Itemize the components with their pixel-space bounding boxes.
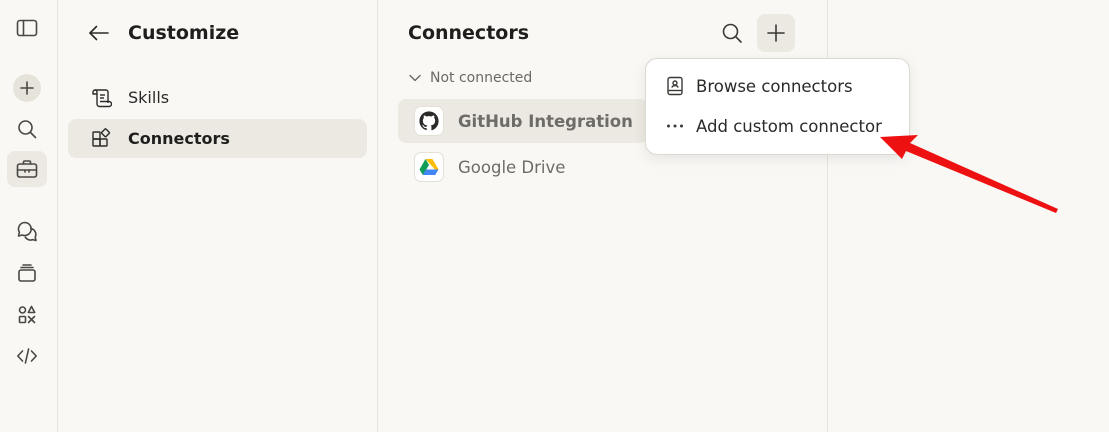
connectors-icon <box>92 127 111 147</box>
nav-item-connectors[interactable]: Connectors <box>68 119 367 158</box>
connector-label: GitHub Integration <box>458 111 633 131</box>
search-button[interactable] <box>7 111 47 147</box>
plus-icon <box>20 81 34 95</box>
section-label: Not connected <box>430 70 533 86</box>
chevron-down-icon <box>409 74 421 82</box>
add-connector-button[interactable] <box>757 14 795 52</box>
briefcase-icon <box>16 160 38 178</box>
search-icon <box>18 120 37 139</box>
search-connectors-button[interactable] <box>713 14 751 52</box>
github-icon <box>414 106 444 136</box>
annotation-arrow-icon <box>880 135 1058 213</box>
scroll-icon <box>92 88 112 107</box>
sidebar-toggle-button[interactable] <box>7 10 47 46</box>
more-dots-icon <box>667 124 683 128</box>
connector-label: Google Drive <box>458 157 566 177</box>
connectors-title: Connectors <box>408 22 530 44</box>
code-icon <box>17 348 37 364</box>
code-button[interactable] <box>7 338 47 374</box>
search-icon <box>722 23 742 43</box>
customize-panel <box>58 0 378 432</box>
nav-item-skills[interactable]: Skills <box>68 78 367 117</box>
chats-button[interactable] <box>7 213 47 249</box>
chat-bubbles-icon <box>17 221 37 242</box>
browse-connectors-menu-item[interactable]: Browse connectors <box>652 67 905 105</box>
projects-button[interactable] <box>7 255 47 291</box>
add-custom-connector-menu-item[interactable]: Add custom connector <box>652 107 905 145</box>
menu-item-label: Add custom connector <box>696 116 882 136</box>
connector-item-github[interactable]: GitHub Integration <box>398 99 648 143</box>
book-icon <box>667 76 683 96</box>
plus-icon <box>767 24 785 42</box>
nav-item-label: Skills <box>128 88 170 107</box>
not-connected-section-toggle[interactable]: Not connected <box>408 68 532 88</box>
artifacts-button[interactable] <box>7 297 47 333</box>
customize-button[interactable] <box>7 151 47 187</box>
customize-title: Customize <box>128 22 240 44</box>
sidebar-icon <box>16 19 38 37</box>
icon-rail <box>0 0 58 432</box>
menu-item-label: Browse connectors <box>696 76 853 96</box>
shapes-icon <box>18 305 36 324</box>
new-chat-button[interactable] <box>7 70 47 106</box>
connector-item-google-drive[interactable]: Google Drive <box>398 145 648 189</box>
stack-icon <box>18 264 36 282</box>
back-button[interactable] <box>86 20 112 46</box>
nav-item-label: Connectors <box>128 129 230 148</box>
google-drive-icon <box>414 152 444 182</box>
arrow-left-icon <box>89 25 109 41</box>
